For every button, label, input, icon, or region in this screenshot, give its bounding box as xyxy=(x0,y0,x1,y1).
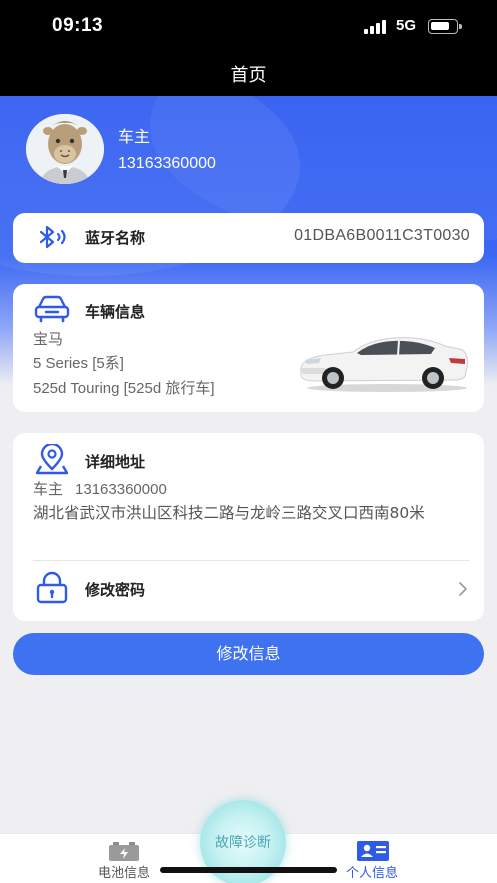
address-label: 详细地址 xyxy=(85,453,146,471)
vehicle-brand: 宝马 xyxy=(33,331,64,348)
battery-status-icon xyxy=(428,19,462,34)
page-title: 首页 xyxy=(230,65,267,86)
bluetooth-card[interactable]: 蓝牙名称 01DBA6B0011C3T0030 xyxy=(13,213,484,263)
address-detail: 湖北省武汉市洪山区科技二路与龙岭三路交叉口西南80米 xyxy=(33,504,425,522)
address-owner-phone: 13163360000 xyxy=(75,481,167,498)
vehicle-series: 5 Series [5系] xyxy=(33,355,124,372)
home-indicator xyxy=(160,867,337,873)
nav-bar: 首页 xyxy=(0,52,497,96)
vehicle-label: 车辆信息 xyxy=(85,303,146,321)
chevron-right-icon xyxy=(456,580,470,598)
car-icon xyxy=(33,294,71,328)
bluetooth-label: 蓝牙名称 xyxy=(85,229,146,247)
user-name: 车主 xyxy=(118,127,151,146)
change-password-label: 修改密码 xyxy=(85,581,146,599)
location-pin-icon xyxy=(35,442,69,480)
tab-personal-info[interactable]: 个人信息 xyxy=(312,834,432,883)
fault-diagnosis-label: 故障诊断 xyxy=(215,835,271,851)
tab-battery-info[interactable]: 电池信息 xyxy=(64,834,184,883)
network-type: 5G xyxy=(396,17,417,34)
vehicle-card[interactable]: 车辆信息 宝马 5 Series [5系] 525d Touring [525d… xyxy=(13,284,484,412)
edit-info-button[interactable]: 修改信息 xyxy=(13,633,484,675)
user-phone: 13163360000 xyxy=(118,155,216,172)
status-time: 09:13 xyxy=(52,15,104,36)
vehicle-model: 525d Touring [525d 旅行车] xyxy=(33,380,215,397)
status-bar: 09:13 5G xyxy=(0,0,497,52)
address-contact: 车主 13163360000 xyxy=(33,478,167,499)
lock-icon xyxy=(35,571,69,609)
car-image xyxy=(295,328,471,398)
bluetooth-device-name: 01DBA6B0011C3T0030 xyxy=(294,227,470,244)
avatar[interactable] xyxy=(26,114,104,184)
address-owner-name: 车主 xyxy=(33,481,64,498)
camel-avatar-icon xyxy=(26,114,104,184)
change-password-row[interactable]: 修改密码 xyxy=(13,561,484,619)
bluetooth-icon xyxy=(35,224,71,256)
address-card[interactable]: 详细地址 车主 13163360000 湖北省武汉市洪山区科技二路与龙岭三路交叉口… xyxy=(13,433,484,621)
signal-icon xyxy=(364,20,388,34)
